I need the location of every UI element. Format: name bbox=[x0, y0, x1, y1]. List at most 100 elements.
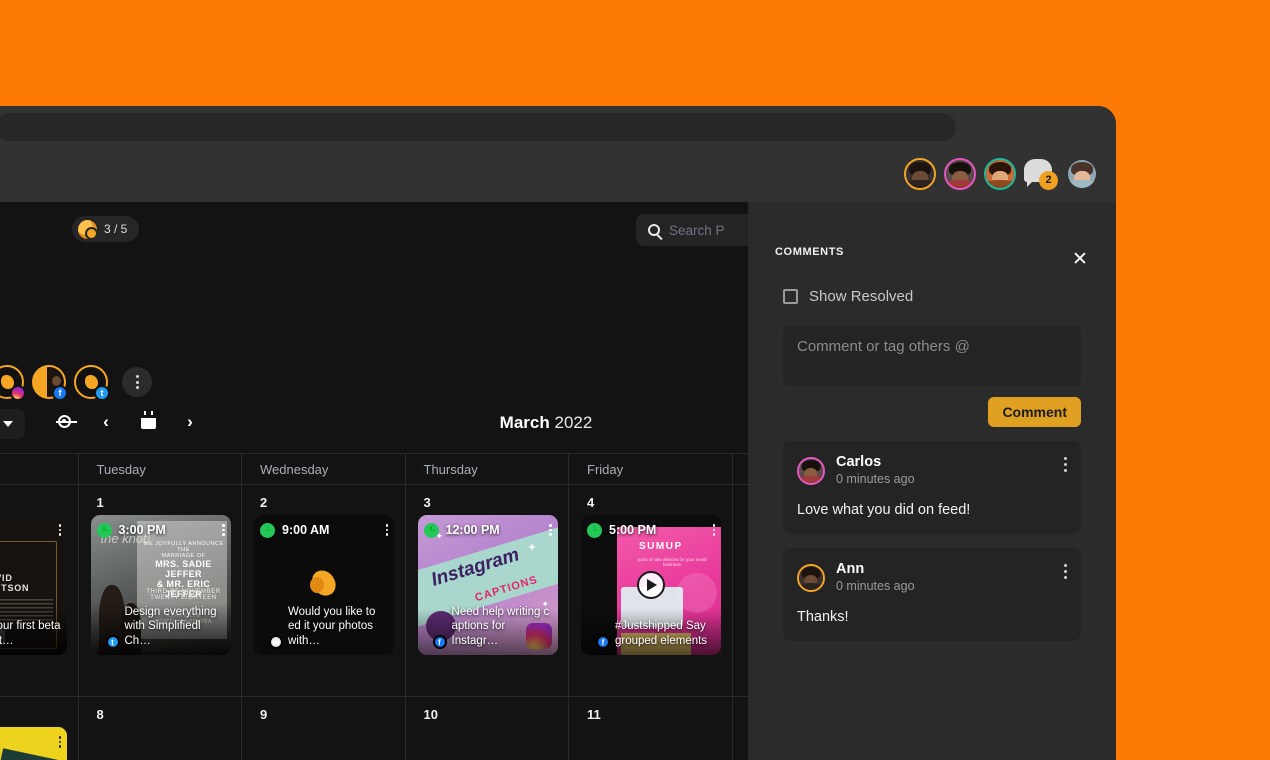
profile-avatar[interactable] bbox=[1066, 158, 1098, 190]
quota-text: 3 / 5 bbox=[104, 222, 127, 236]
post-card[interactable]: the knot! WE JOYFULLY ANNOUNCE THEMARRIA… bbox=[91, 515, 231, 655]
comment-author-name: Ann bbox=[836, 560, 915, 578]
weekday-label: Wednesday bbox=[242, 454, 406, 484]
post-menu-button[interactable] bbox=[386, 524, 389, 536]
collaborator-avatar-1[interactable] bbox=[904, 158, 936, 190]
close-icon[interactable]: ✕ bbox=[1070, 250, 1090, 270]
post-time: 9:00 AM bbox=[282, 523, 329, 537]
post-menu-button[interactable] bbox=[59, 736, 62, 748]
post-caption: Would you like to ed it your photos with… bbox=[254, 599, 394, 655]
comment-input-placeholder: Comment or tag others @ bbox=[797, 338, 970, 355]
comment-header: Carlos 0 minutes ago bbox=[797, 453, 1067, 488]
post-menu-button[interactable] bbox=[713, 524, 716, 536]
post-card-topbar: 12:00 AM bbox=[0, 515, 67, 545]
post-caption: Design everything with Simplifiedl Ch… bbox=[91, 599, 231, 655]
post-card[interactable]: SUMUP point of sale devices for your sma… bbox=[581, 515, 721, 655]
post-time: 12:00 PM bbox=[446, 523, 500, 537]
post-card[interactable]: 9:00 AM in Would you like to ed it your … bbox=[254, 515, 394, 655]
post-caption: Here's what our first beta testers have … bbox=[0, 613, 67, 655]
show-resolved-checkbox[interactable] bbox=[783, 289, 798, 304]
browser-chrome: 2 bbox=[0, 106, 1116, 202]
comment-timestamp: 0 minutes ago bbox=[836, 471, 915, 488]
kebab-menu-icon bbox=[136, 386, 139, 389]
day-number: 1 bbox=[97, 495, 242, 510]
post-menu-button[interactable] bbox=[549, 524, 552, 536]
post-card-topbar: 5:00 PM bbox=[581, 515, 721, 545]
collaborator-avatar-2[interactable] bbox=[944, 158, 976, 190]
day-number: 2 bbox=[260, 495, 405, 510]
day-number: 3 bbox=[424, 495, 569, 510]
comment-submit-button[interactable]: Comment bbox=[988, 397, 1081, 427]
show-resolved-label: Show Resolved bbox=[809, 288, 913, 305]
comment-author-avatar[interactable] bbox=[797, 457, 825, 485]
calendar-day-cell[interactable]: 9 bbox=[242, 697, 406, 760]
comment-timestamp: 0 minutes ago bbox=[836, 578, 915, 595]
search-placeholder: Search P bbox=[669, 223, 725, 238]
post-card[interactable]: Instagram CAPTIONS ✦ ✦ ✦ 12:00 PM bbox=[418, 515, 558, 655]
quota-icon bbox=[78, 220, 97, 239]
day-number: 11 bbox=[587, 707, 732, 722]
twitter-badge-icon: t bbox=[94, 385, 110, 401]
day-number: 8 bbox=[97, 707, 242, 722]
post-card[interactable]: INSPIRED CREATE fect color paletter your… bbox=[0, 727, 67, 760]
comment-item: Carlos 0 minutes ago Love what you did o… bbox=[783, 441, 1081, 534]
kebab-menu-icon bbox=[136, 381, 139, 384]
post-menu-button[interactable] bbox=[222, 524, 225, 536]
comment-text: Thanks! bbox=[797, 609, 1067, 625]
comments-panel: COMMENTS ✕ Show Resolved Comment or tag … bbox=[748, 202, 1116, 760]
screenshot-stage: 2 ndar bbox=[0, 0, 1270, 760]
calendar-day-cell[interactable]: “ DAVIDROBERTSON 12:00 AM Here's what ou… bbox=[0, 485, 79, 697]
weekday-label: ay bbox=[0, 454, 79, 484]
calendar-day-cell[interactable]: 2 9:00 AM bbox=[242, 485, 406, 697]
calendar-day-cell[interactable]: 3 Instagram CAPTIONS ✦ ✦ ✦ bbox=[406, 485, 570, 697]
plan-quota-badge: 3 / 5 bbox=[72, 216, 139, 242]
comments-toggle-button[interactable]: 2 bbox=[1024, 158, 1058, 190]
comments-panel-title: COMMENTS bbox=[775, 246, 844, 258]
month-name: March bbox=[500, 413, 550, 432]
instagram-badge-icon bbox=[10, 385, 26, 401]
calendar-day-cell[interactable]: 4 SUMUP point of sale devices for your s… bbox=[569, 485, 733, 697]
post-card-topbar: 3:00 PM bbox=[91, 515, 231, 545]
post-caption: Need help writing c aptions for Instagr… bbox=[418, 599, 558, 655]
search-icon bbox=[648, 224, 660, 236]
play-video-button[interactable] bbox=[637, 571, 665, 599]
accounts-more-button[interactable] bbox=[122, 367, 152, 397]
connected-accounts-row: f f bbox=[0, 365, 152, 399]
weekday-label: Friday bbox=[569, 454, 733, 484]
comment-menu-button[interactable] bbox=[1064, 564, 1067, 579]
comment-input[interactable]: Comment or tag others @ bbox=[783, 326, 1081, 386]
calendar-day-cell[interactable]: 10 bbox=[406, 697, 570, 760]
day-number: 4 bbox=[587, 495, 732, 510]
comment-submit-row: Comment bbox=[748, 397, 1081, 427]
calendar-day-cell[interactable]: 11 bbox=[569, 697, 733, 760]
comment-text: Love what you did on feed! bbox=[797, 502, 1067, 518]
calendar-day-cell[interactable]: 1 the knot! WE JOYFULLY ANNOUNCE THEMARR… bbox=[79, 485, 243, 697]
app-header-actions: 2 bbox=[904, 158, 1098, 190]
comment-header: Ann 0 minutes ago bbox=[797, 560, 1067, 595]
post-card[interactable]: “ DAVIDROBERTSON 12:00 AM Here's what ou… bbox=[0, 515, 67, 655]
scheduled-status-icon bbox=[587, 523, 602, 538]
weekday-label: Thursday bbox=[406, 454, 570, 484]
calendar-day-cell[interactable]: INSPIRED CREATE fect color paletter your… bbox=[0, 697, 79, 760]
post-card-topbar: 9:00 AM bbox=[254, 515, 394, 545]
day-number: 10 bbox=[424, 707, 569, 722]
comment-item: Ann 0 minutes ago Thanks! bbox=[783, 548, 1081, 641]
account-twitter[interactable]: t bbox=[74, 365, 108, 399]
account-facebook-2[interactable]: f bbox=[32, 365, 66, 399]
weekday-label: Tuesday bbox=[79, 454, 243, 484]
collaborator-avatar-3[interactable] bbox=[984, 158, 1016, 190]
facebook-badge-icon: f bbox=[52, 385, 68, 401]
account-instagram[interactable] bbox=[0, 365, 24, 399]
post-card-topbar: 12:00 PM bbox=[418, 515, 558, 545]
day-number: 9 bbox=[260, 707, 405, 722]
scheduled-status-icon bbox=[260, 523, 275, 538]
comment-author-avatar[interactable] bbox=[797, 564, 825, 592]
browser-url-bar[interactable] bbox=[0, 113, 956, 141]
calendar-day-cell[interactable]: 8 bbox=[79, 697, 243, 760]
post-time: 5:00 PM bbox=[609, 523, 656, 537]
show-resolved-toggle[interactable]: Show Resolved bbox=[783, 288, 1116, 305]
year-value: 2022 bbox=[554, 413, 592, 432]
post-menu-button[interactable] bbox=[59, 524, 62, 536]
comment-menu-button[interactable] bbox=[1064, 457, 1067, 472]
kebab-menu-icon bbox=[136, 375, 139, 378]
